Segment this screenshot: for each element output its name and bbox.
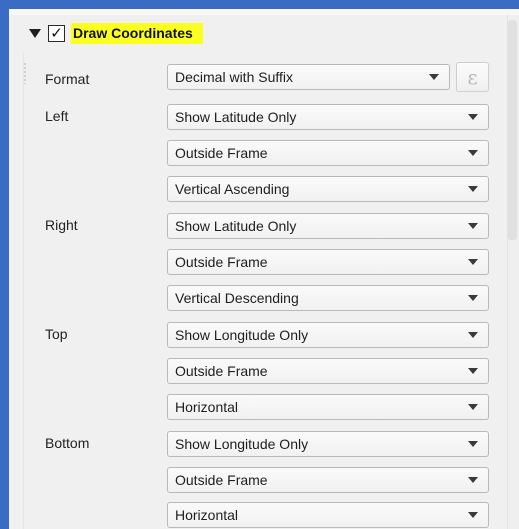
collapse-arrow-icon[interactable] [29, 28, 41, 38]
format-combobox[interactable]: Decimal with Suffix [167, 64, 450, 90]
top-direction-value: Horizontal [175, 399, 239, 415]
left-direction-value: Vertical Ascending [175, 181, 290, 197]
chevron-down-icon [468, 259, 478, 265]
right-display-combobox[interactable]: Show Latitude Only [167, 213, 489, 239]
left-position-combobox[interactable]: Outside Frame [167, 140, 489, 166]
left-label: Left [45, 108, 69, 124]
chevron-down-icon [468, 332, 478, 338]
right-position-value: Outside Frame [175, 254, 268, 270]
drag-handle-dots [24, 62, 26, 84]
chevron-down-icon [468, 441, 478, 447]
chevron-down-icon [429, 74, 439, 80]
chevron-down-icon [468, 186, 478, 192]
right-direction-combobox[interactable]: Vertical Descending [167, 285, 489, 311]
bottom-position-combobox[interactable]: Outside Frame [167, 467, 489, 493]
bottom-display-value: Show Longitude Only [175, 436, 309, 452]
expression-epsilon-icon: ε [467, 65, 478, 89]
bottom-position-value: Outside Frame [175, 472, 268, 488]
chevron-down-icon [468, 114, 478, 120]
bottom-direction-combobox[interactable]: Horizontal [167, 502, 489, 528]
window-frame-left [0, 0, 9, 529]
left-position-value: Outside Frame [175, 145, 268, 161]
right-label: Right [45, 217, 78, 233]
chevron-down-icon [468, 150, 478, 156]
chevron-down-icon [468, 404, 478, 410]
format-label: Format [45, 71, 90, 87]
draw-coordinates-group-header[interactable]: ✓ Draw Coordinates [29, 22, 203, 44]
scrollbar-thumb[interactable] [508, 20, 517, 240]
draw-coordinates-checkbox[interactable]: ✓ [48, 24, 65, 42]
bottom-direction-value: Horizontal [175, 507, 239, 523]
top-label: Top [45, 326, 68, 342]
expression-button[interactable]: ε [456, 62, 489, 92]
left-direction-combobox[interactable]: Vertical Ascending [167, 176, 489, 202]
chevron-down-icon [468, 295, 478, 301]
top-position-value: Outside Frame [175, 363, 268, 379]
bottom-display-combobox[interactable]: Show Longitude Only [167, 431, 489, 457]
right-display-value: Show Latitude Only [175, 218, 297, 234]
bottom-label: Bottom [45, 435, 90, 451]
right-direction-value: Vertical Descending [175, 290, 299, 306]
chevron-down-icon [468, 477, 478, 483]
top-position-combobox[interactable]: Outside Frame [167, 358, 489, 384]
left-display-value: Show Latitude Only [175, 109, 297, 125]
group-title: Draw Coordinates [71, 22, 203, 44]
top-direction-combobox[interactable]: Horizontal [167, 394, 489, 420]
chevron-down-icon [468, 368, 478, 374]
format-combobox-value: Decimal with Suffix [175, 69, 294, 85]
top-display-combobox[interactable]: Show Longitude Only [167, 322, 489, 348]
top-display-value: Show Longitude Only [175, 327, 309, 343]
window-frame-top [0, 0, 519, 9]
chevron-down-icon [468, 223, 478, 229]
left-display-combobox[interactable]: Show Latitude Only [167, 104, 489, 130]
right-position-combobox[interactable]: Outside Frame [167, 249, 489, 275]
chevron-down-icon [468, 512, 478, 518]
